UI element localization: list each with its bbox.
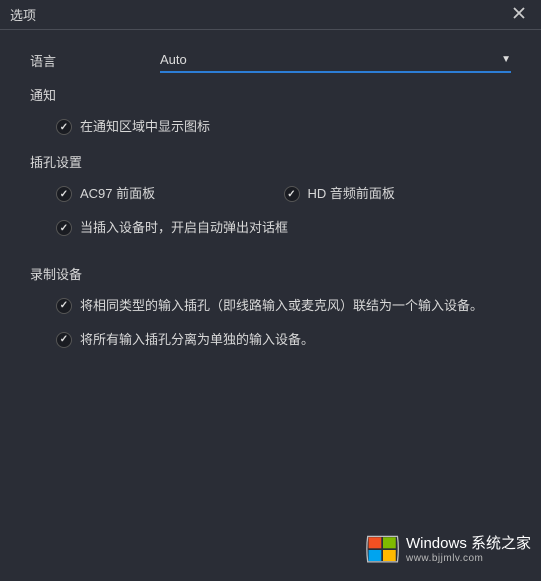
content-area: 语言 Auto ▼ 通知 在通知区域中显示图标 插孔设置 AC97 前面板 HD…: [0, 30, 541, 383]
notification-heading: 通知: [30, 85, 511, 104]
watermark-sub: www.bjjmlv.com: [406, 553, 531, 564]
watermark-text: Windows 系统之家 www.bjjmlv.com: [406, 536, 531, 564]
auto-popup-label: 当插入设备时，开启自动弹出对话框: [80, 219, 288, 237]
hd-audio-row: HD 音频前面板: [284, 185, 512, 203]
ac97-row: AC97 前面板: [56, 185, 284, 203]
watermark-main: Windows 系统之家: [406, 536, 531, 553]
separate-inputs-row: 将所有输入插孔分离为单独的输入设备。: [56, 331, 511, 349]
titlebar: 选项: [0, 0, 541, 30]
combine-inputs-label: 将相同类型的输入插孔（即线路输入或麦克风）联结为一个输入设备。: [80, 297, 483, 315]
watermark: Windows 系统之家 www.bjjmlv.com: [366, 533, 531, 567]
language-selected: Auto: [160, 52, 187, 67]
separate-inputs-checkbox[interactable]: [56, 332, 72, 348]
windows-logo-icon: [366, 533, 400, 567]
show-tray-icon-checkbox[interactable]: [56, 119, 72, 135]
close-button[interactable]: [507, 4, 531, 26]
show-tray-icon-row: 在通知区域中显示图标: [56, 118, 511, 136]
language-dropdown[interactable]: Auto ▼: [160, 48, 511, 73]
chevron-down-icon: ▼: [501, 54, 511, 65]
show-tray-icon-label: 在通知区域中显示图标: [80, 118, 210, 136]
ac97-checkbox[interactable]: [56, 186, 72, 202]
jack-heading: 插孔设置: [30, 152, 511, 171]
combine-inputs-row: 将相同类型的输入插孔（即线路输入或麦克风）联结为一个输入设备。: [56, 297, 511, 315]
window-title: 选项: [10, 5, 36, 24]
ac97-label: AC97 前面板: [80, 185, 155, 203]
separate-inputs-label: 将所有输入插孔分离为单独的输入设备。: [80, 331, 314, 349]
jack-panel-row: AC97 前面板 HD 音频前面板: [56, 185, 511, 213]
recording-heading: 录制设备: [30, 264, 511, 283]
language-row: 语言 Auto ▼: [30, 48, 511, 73]
close-icon: [513, 7, 525, 19]
auto-popup-checkbox[interactable]: [56, 220, 72, 236]
auto-popup-row: 当插入设备时，开启自动弹出对话框: [56, 219, 511, 237]
hd-audio-label: HD 音频前面板: [308, 185, 395, 203]
combine-inputs-checkbox[interactable]: [56, 298, 72, 314]
language-label: 语言: [30, 51, 160, 70]
hd-audio-checkbox[interactable]: [284, 186, 300, 202]
